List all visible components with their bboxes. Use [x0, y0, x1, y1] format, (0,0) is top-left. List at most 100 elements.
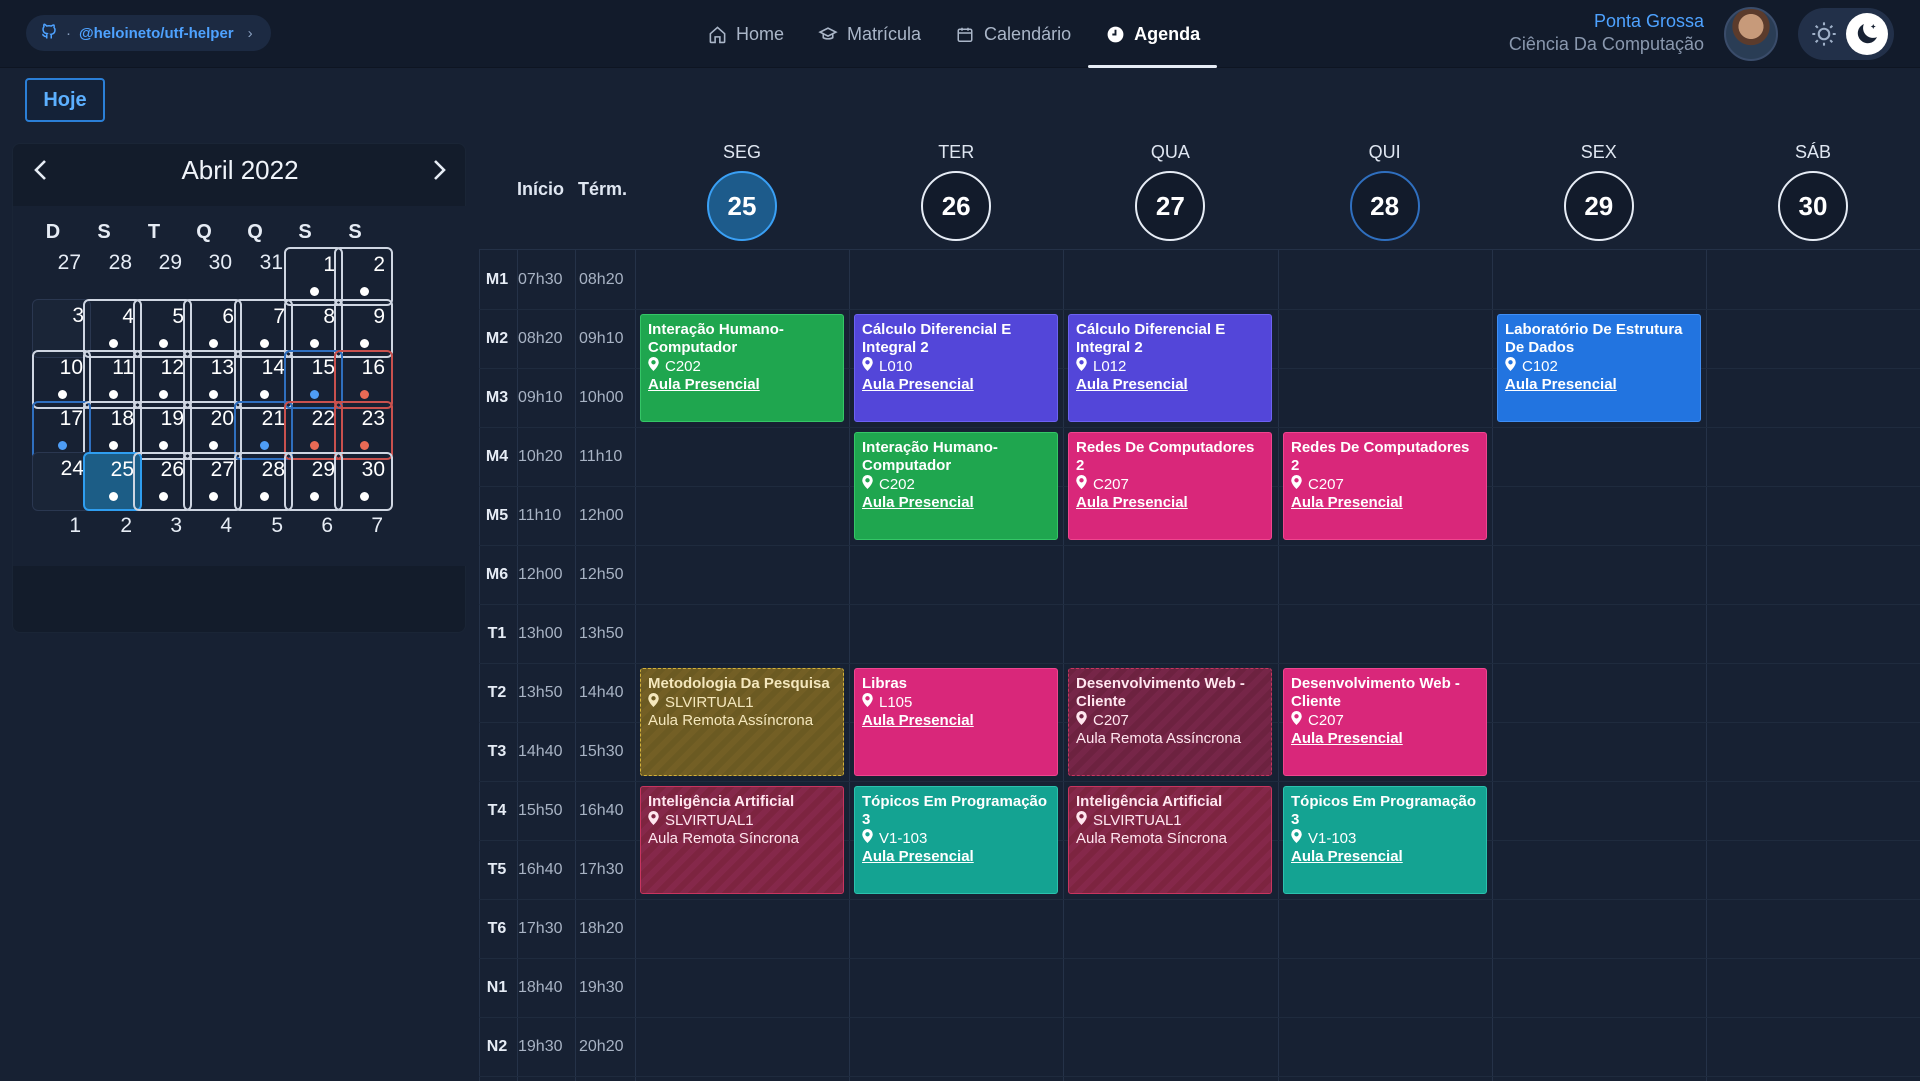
- chevron-left-icon[interactable]: [27, 156, 55, 184]
- day-number-badge: 30: [1778, 171, 1848, 241]
- nav-home[interactable]: Home: [690, 0, 801, 68]
- time-slot-row: M2 08h20 09h10: [479, 309, 635, 368]
- course-name: Ciência Da Computação: [1508, 34, 1704, 54]
- day-number: 7: [371, 514, 383, 537]
- map-pin-icon: [862, 693, 873, 712]
- nav-calendario[interactable]: Calendário: [938, 0, 1088, 68]
- event-location: C202: [862, 475, 1050, 494]
- map-pin-icon: [648, 811, 659, 830]
- slot-start-time: 14h40: [518, 742, 563, 760]
- event-mode-link[interactable]: Aula Presencial: [648, 376, 836, 394]
- event-mode-link[interactable]: Aula Presencial: [1076, 376, 1264, 394]
- slot-code: M1: [485, 270, 509, 288]
- day-header-qui[interactable]: QUI 28: [1278, 142, 1492, 241]
- mini-calendar-day[interactable]: 30: [334, 452, 393, 511]
- slot-code: M4: [485, 447, 509, 465]
- class-event-card[interactable]: Tópicos Em Programação 3 V1-103 Aula Prese…: [1283, 786, 1487, 894]
- slot-end-time: 11h10: [579, 447, 623, 465]
- event-room: V1-103: [1308, 829, 1357, 847]
- class-event-card[interactable]: Inteligência Artificial SLVIRTUAL1 Aula Re…: [640, 786, 844, 894]
- event-title: Metodologia Da Pesquisa: [648, 675, 830, 692]
- event-dot: [359, 287, 369, 296]
- class-event-card[interactable]: Redes De Computadores 2 C207 Aula Presenci…: [1283, 432, 1487, 540]
- column-divider: [849, 250, 850, 1081]
- day-number: 27: [210, 458, 234, 481]
- slot-code: T4: [487, 801, 507, 819]
- class-event-card[interactable]: Laboratório De Estrutura De Dados C102 Aul…: [1497, 314, 1701, 422]
- event-dot: [208, 390, 218, 399]
- day-number-badge: 27: [1135, 171, 1206, 241]
- class-event-card[interactable]: Tópicos Em Programação 3 V1-103 Aula Prese…: [854, 786, 1058, 894]
- day-header-seg[interactable]: SEG 25: [635, 142, 849, 241]
- class-event-card[interactable]: Redes De Computadores 2 C207 Aula Presenci…: [1068, 432, 1272, 540]
- mini-calendar-day[interactable]: 7: [334, 510, 393, 569]
- event-title: Inteligência Artificial: [648, 793, 795, 810]
- event-mode-link[interactable]: Aula Presencial: [862, 494, 1050, 512]
- class-event-card[interactable]: Libras L105 Aula Presencial: [854, 668, 1058, 776]
- time-slot-row: M1 07h30 08h20: [479, 250, 635, 309]
- class-event-card[interactable]: Interação Humano-Computador C202 Aula Pres…: [640, 314, 844, 422]
- event-dot: [108, 339, 118, 348]
- github-icon: [40, 22, 58, 44]
- mini-calendar-header: Abril 2022: [13, 144, 467, 196]
- slot-end-time: 08h20: [579, 270, 624, 288]
- event-mode-link[interactable]: Aula Presencial: [1291, 730, 1479, 748]
- schedule-header: Início Térm. SEG 25 TER 26 QUA 27 QUI 28 SEX 29 SÁ…: [479, 130, 1920, 250]
- event-room: L105: [879, 693, 913, 711]
- today-button[interactable]: Hoje: [25, 78, 105, 122]
- start-column-label: Início: [517, 179, 565, 199]
- event-mode-link[interactable]: Aula Presencial: [862, 848, 1050, 866]
- event-mode-link[interactable]: Aula Presencial: [1505, 376, 1693, 394]
- theme-toggle[interactable]: [1798, 8, 1894, 60]
- slot-end-time: 14h40: [579, 683, 624, 701]
- event-mode-link[interactable]: Aula Presencial: [862, 712, 1050, 730]
- nav-agenda[interactable]: Agenda: [1088, 0, 1218, 68]
- map-pin-icon: [1291, 475, 1302, 494]
- sun-icon[interactable]: [1804, 14, 1844, 54]
- event-location: C207: [1076, 711, 1264, 730]
- map-pin-icon: [648, 693, 659, 712]
- time-slot-row: T5 16h40 17h30: [479, 840, 635, 899]
- day-header-sáb[interactable]: SÁB 30: [1706, 142, 1920, 241]
- event-mode-link[interactable]: Aula Presencial: [1291, 494, 1479, 512]
- event-location: V1-103: [1291, 829, 1479, 848]
- event-mode-link[interactable]: Aula Presencial: [1291, 848, 1479, 866]
- repo-link[interactable]: · @heloineto/utf-helper ›: [26, 15, 271, 51]
- graduation-cap-icon: [818, 24, 838, 44]
- event-title: Tópicos Em Programação 3: [862, 793, 1048, 828]
- mini-calendar-day[interactable]: 2: [334, 247, 393, 306]
- class-event-card[interactable]: Inteligência Artificial SLVIRTUAL1 Aula Re…: [1068, 786, 1272, 894]
- moon-icon[interactable]: [1846, 13, 1888, 55]
- time-slot-row: T4 15h50 16h40: [479, 781, 635, 840]
- event-location: V1-103: [862, 829, 1050, 848]
- event-mode-link[interactable]: Aula Presencial: [862, 376, 1050, 394]
- class-event-card[interactable]: Metodologia Da Pesquisa SLVIRTUAL1 Aula Re…: [640, 668, 844, 776]
- class-event-card[interactable]: Interação Humano-Computador C202 Aula Pres…: [854, 432, 1058, 540]
- day-name: SEX: [1580, 142, 1617, 162]
- day-number: 21: [261, 407, 285, 430]
- nav-agenda-label: Agenda: [1134, 23, 1201, 44]
- slot-end-time: 15h30: [579, 742, 624, 760]
- slot-start-time: 18h40: [518, 978, 563, 996]
- time-slot-row: T2 13h50 14h40: [479, 663, 635, 722]
- avatar[interactable]: [1724, 7, 1778, 61]
- slot-code: N2: [486, 1037, 508, 1055]
- class-event-card[interactable]: Desenvolvimento Web - Cliente C207 Aula Pr…: [1283, 668, 1487, 776]
- day-header-sex[interactable]: SEX 29: [1492, 142, 1706, 241]
- class-event-card[interactable]: Cálculo Diferencial E Integral 2 L010 Aula…: [854, 314, 1058, 422]
- event-dot: [208, 441, 218, 450]
- event-mode-link[interactable]: Aula Presencial: [1076, 494, 1264, 512]
- chevron-right-icon[interactable]: [425, 156, 453, 184]
- nav-matricula[interactable]: Matrícula: [801, 0, 938, 68]
- column-divider: [635, 250, 636, 1081]
- day-header-ter[interactable]: TER 26: [849, 142, 1063, 241]
- class-event-card[interactable]: Cálculo Diferencial E Integral 2 L012 Aula…: [1068, 314, 1272, 422]
- day-number-badge: 29: [1563, 171, 1634, 241]
- event-room: C207: [1093, 711, 1129, 729]
- user-info[interactable]: Ponta Grossa Ciência Da Computação: [1509, 10, 1704, 56]
- class-event-card[interactable]: Desenvolvimento Web - Cliente C207 Aula Re…: [1068, 668, 1272, 776]
- event-location: SLVIRTUAL1: [648, 693, 836, 712]
- event-dot: [309, 287, 319, 296]
- day-header-qua[interactable]: QUA 27: [1063, 142, 1277, 241]
- event-dot: [259, 441, 269, 450]
